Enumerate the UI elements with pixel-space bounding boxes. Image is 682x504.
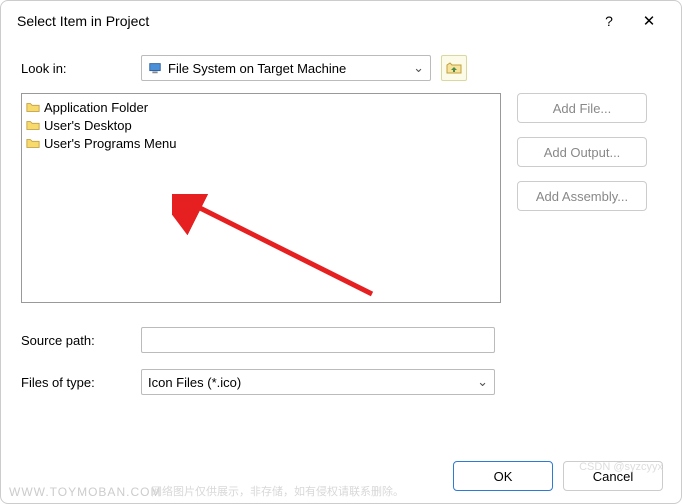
folder-label: Application Folder [44,100,148,115]
csdn-watermark: CSDN @syzcyyx [579,461,663,473]
folder-icon [26,100,40,114]
note-watermark: 网络图片仅供展示，非存储，如有侵权请联系删除。 [151,483,404,499]
chevron-down-icon: ⌄ [477,374,488,390]
add-output-button[interactable]: Add Output... [517,137,647,167]
add-assembly-button[interactable]: Add Assembly... [517,181,647,211]
folder-up-icon [446,60,462,76]
lookin-label: Look in: [21,61,141,76]
folder-label: User's Desktop [44,118,132,133]
close-button[interactable]: ✕ [629,12,669,30]
folder-icon [26,118,40,132]
source-path-label: Source path: [21,333,141,348]
annotation-arrow [172,194,392,314]
lookin-combo[interactable]: File System on Target Machine ⌄ [141,55,431,81]
folder-label: User's Programs Menu [44,136,177,151]
lookin-value: File System on Target Machine [168,61,413,76]
list-item[interactable]: Application Folder [26,98,496,116]
folder-icon [26,136,40,150]
files-of-type-row: Files of type: Icon Files (*.ico) ⌄ [21,369,661,395]
add-file-button[interactable]: Add File... [517,93,647,123]
files-of-type-combo[interactable]: Icon Files (*.ico) ⌄ [141,369,495,395]
computer-icon [148,61,162,75]
list-item[interactable]: User's Programs Menu [26,134,496,152]
up-folder-button[interactable] [441,55,467,81]
help-button[interactable]: ? [589,13,629,29]
titlebar: Select Item in Project ? ✕ [1,1,681,37]
chevron-down-icon: ⌄ [413,60,424,76]
files-of-type-label: Files of type: [21,375,141,390]
site-watermark: WWW.TOYMOBAN.COM [9,485,161,499]
ok-button[interactable]: OK [453,461,553,491]
lookin-row: Look in: File System on Target Machine ⌄ [21,55,661,81]
dialog-title: Select Item in Project [17,13,589,29]
dialog-window: Select Item in Project ? ✕ Look in: File… [0,0,682,504]
source-path-row: Source path: [21,327,661,353]
folder-listbox[interactable]: Application Folder User's Desktop User's… [21,93,501,303]
list-item[interactable]: User's Desktop [26,116,496,134]
source-path-input[interactable] [141,327,495,353]
files-of-type-value: Icon Files (*.ico) [148,375,477,390]
